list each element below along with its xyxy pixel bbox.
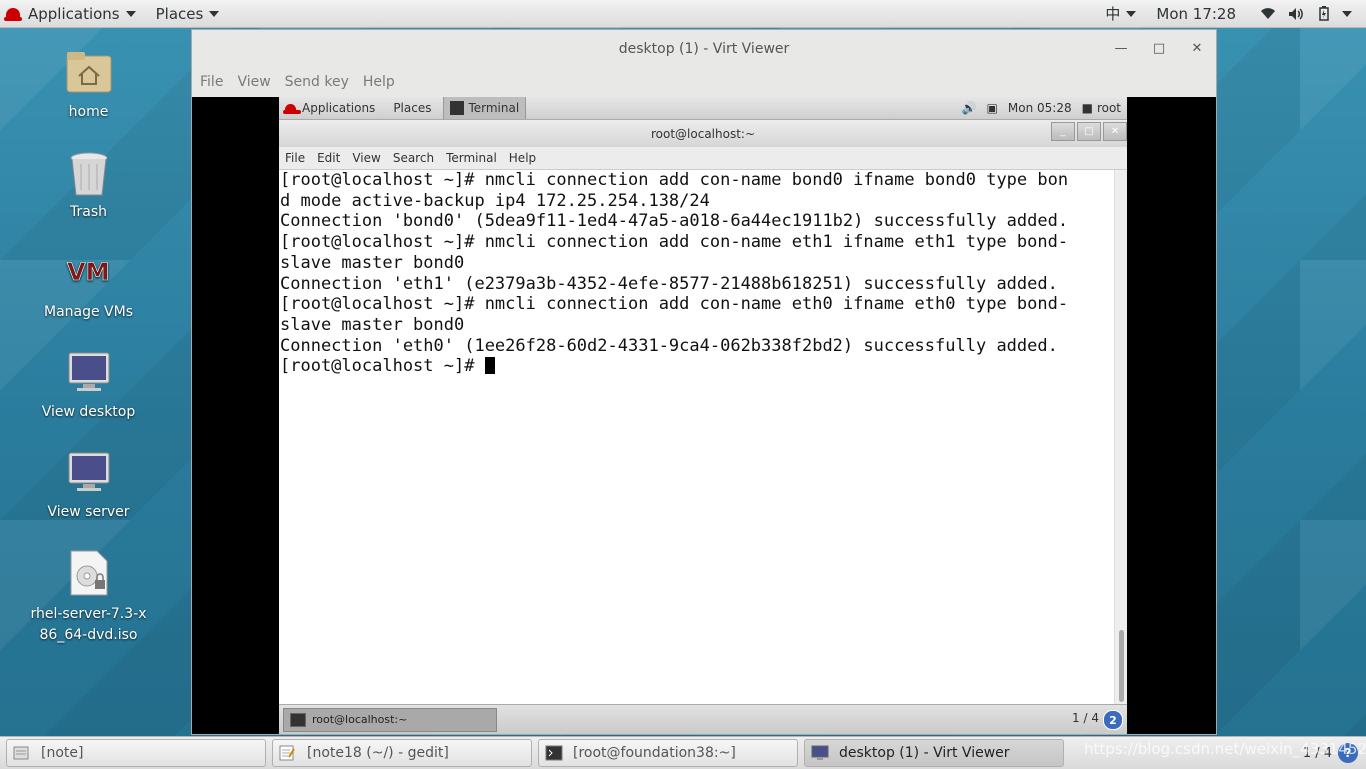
maximize-icon[interactable]: □ bbox=[1077, 122, 1101, 141]
guest-help-badge[interactable]: 2 bbox=[1103, 710, 1123, 730]
task-terminal[interactable]: [root@foundation38:~] bbox=[538, 739, 798, 767]
desktop-icon-home[interactable]: home bbox=[20, 50, 157, 120]
trash-icon bbox=[65, 150, 113, 198]
system-menu-chevron-icon[interactable] bbox=[1342, 10, 1352, 17]
redhat-logo-icon bbox=[4, 7, 22, 21]
svg-text:VM: VM bbox=[67, 258, 109, 286]
close-icon[interactable]: ✕ bbox=[1103, 122, 1127, 141]
vmm-icon: VM bbox=[65, 250, 113, 298]
term-menu-edit[interactable]: Edit bbox=[317, 151, 340, 165]
watermark: https://blog.csdn.net/weixin_43314520 bbox=[1084, 740, 1366, 758]
terminal-line: Connection 'eth1' (e2379a3b-4352-4efe-85… bbox=[280, 273, 1058, 294]
terminal-scrollbar[interactable] bbox=[1114, 170, 1127, 705]
disc-image-icon bbox=[65, 550, 113, 598]
monitor-icon bbox=[65, 350, 113, 398]
redhat-logo-icon bbox=[283, 103, 301, 114]
chevron-down-icon bbox=[209, 10, 220, 17]
monitor-icon bbox=[65, 450, 113, 498]
terminal-menubar: File Edit View Search Terminal Help bbox=[279, 147, 1127, 170]
minimize-icon[interactable]: _ bbox=[1051, 122, 1075, 141]
guest-workspace-pager[interactable]: 1 / 4 bbox=[1072, 711, 1099, 725]
terminal-icon bbox=[290, 712, 306, 727]
terminal-line: Connection 'eth0' (1ee26f28-60d2-4331-9c… bbox=[280, 335, 1058, 356]
virt-viewer-window[interactable]: desktop (1) - Virt Viewer — □ ✕ File Vie… bbox=[191, 29, 1217, 735]
term-menu-search[interactable]: Search bbox=[393, 151, 434, 165]
terminal-line: [root@localhost ~]# nmcli connection add… bbox=[280, 294, 1069, 315]
wifi-icon[interactable] bbox=[1260, 7, 1276, 21]
guest-places-menu[interactable]: Places bbox=[387, 101, 437, 115]
terminal-line: Connection 'bond0' (5dea9f11-1ed4-47a5-a… bbox=[280, 211, 1069, 232]
term-menu-terminal[interactable]: Terminal bbox=[446, 151, 497, 165]
menu-view[interactable]: View bbox=[237, 74, 270, 90]
chevron-down-icon bbox=[1126, 10, 1137, 17]
window-title: desktop (1) - Virt Viewer bbox=[618, 40, 790, 57]
terminal-prompt-line[interactable]: [root@localhost ~]# bbox=[280, 356, 1116, 377]
monitor-icon bbox=[811, 745, 829, 761]
terminal-icon bbox=[545, 745, 563, 761]
terminal-line: [root@localhost ~]# nmcli connection add… bbox=[280, 170, 1069, 190]
guest-applications-menu[interactable]: Applications bbox=[279, 101, 381, 115]
scrollbar-thumb[interactable] bbox=[1119, 630, 1124, 702]
window-titlebar[interactable]: desktop (1) - Virt Viewer — □ ✕ bbox=[192, 30, 1216, 67]
terminal-titlebar[interactable]: root@localhost:~ _ □ ✕ bbox=[279, 120, 1127, 147]
terminal-window[interactable]: root@localhost:~ _ □ ✕ File Edit View Se… bbox=[279, 120, 1127, 705]
network-icon[interactable]: ▣ bbox=[987, 101, 998, 115]
desktop-icon-view-server[interactable]: View server bbox=[20, 450, 157, 520]
desktop-icon-iso[interactable]: rhel-server-7.3-x86_64-dvd.iso bbox=[20, 550, 157, 646]
guest-bottom-panel: root@localhost:~ 1 / 4 2 bbox=[279, 704, 1127, 734]
guest-top-panel: Applications Places Terminal 🔊 ▣ Mon 05:… bbox=[279, 97, 1127, 120]
term-menu-view[interactable]: View bbox=[352, 151, 380, 165]
menu-help[interactable]: Help bbox=[363, 74, 395, 90]
top-panel: Applications Places 中 Mon 17:28 bbox=[0, 0, 1366, 28]
guest-task-terminal[interactable]: root@localhost:~ bbox=[283, 707, 497, 732]
guest-user-menu[interactable]: root bbox=[1097, 101, 1121, 115]
guest-desktop[interactable]: Applications Places Terminal 🔊 ▣ Mon 05:… bbox=[279, 97, 1127, 734]
window-list-icon bbox=[13, 745, 31, 761]
minimize-icon[interactable]: — bbox=[1102, 41, 1140, 56]
terminal-line: slave master bond0 bbox=[280, 314, 465, 335]
task-virt-viewer[interactable]: desktop (1) - Virt Viewer bbox=[804, 739, 1064, 767]
terminal-icon bbox=[450, 101, 465, 115]
maximize-icon[interactable]: □ bbox=[1140, 41, 1178, 56]
menu-send-key[interactable]: Send key bbox=[285, 74, 349, 90]
desktop-icon-view-desktop[interactable]: View desktop bbox=[20, 350, 157, 420]
terminal-prompt: [root@localhost ~]# bbox=[280, 356, 485, 377]
guest-display[interactable]: Applications Places Terminal 🔊 ▣ Mon 05:… bbox=[192, 97, 1216, 734]
input-method-indicator[interactable]: 中 bbox=[1099, 0, 1142, 27]
volume-icon[interactable]: 🔊 bbox=[962, 101, 977, 115]
terminal-title: root@localhost:~ bbox=[650, 126, 756, 141]
desktop-icon-trash[interactable]: Trash bbox=[20, 150, 157, 220]
guest-clock[interactable]: Mon 05:28 bbox=[1008, 101, 1072, 115]
task-gedit[interactable]: [note18 (~/) - gedit] bbox=[272, 739, 532, 767]
term-menu-file[interactable]: File bbox=[285, 151, 305, 165]
battery-icon[interactable] bbox=[1316, 6, 1332, 21]
menu-file[interactable]: File bbox=[200, 74, 223, 90]
clock[interactable]: Mon 17:28 bbox=[1150, 0, 1242, 27]
terminal-line: slave master bond0 bbox=[280, 252, 465, 273]
terminal-cursor bbox=[484, 357, 495, 375]
user-icon: ■ bbox=[1081, 101, 1093, 115]
term-menu-help[interactable]: Help bbox=[509, 151, 536, 165]
menubar: File View Send key Help bbox=[192, 67, 1216, 97]
terminal-output[interactable]: [root@localhost ~]# nmcli connection add… bbox=[279, 170, 1116, 705]
close-icon[interactable]: ✕ bbox=[1178, 41, 1216, 56]
terminal-line: d mode active-backup ip4 172.25.254.138/… bbox=[280, 190, 710, 211]
text-editor-icon bbox=[279, 745, 297, 761]
applications-menu[interactable]: Applications bbox=[0, 0, 142, 27]
desktop-icon-manage-vms[interactable]: VM Manage VMs bbox=[20, 250, 157, 320]
home-folder-icon bbox=[65, 50, 113, 98]
guest-terminal-tab[interactable]: Terminal bbox=[443, 97, 527, 119]
volume-icon[interactable] bbox=[1288, 7, 1304, 21]
chevron-down-icon bbox=[125, 10, 136, 17]
places-menu[interactable]: Places bbox=[150, 0, 226, 27]
terminal-line: [root@localhost ~]# nmcli connection add… bbox=[280, 232, 1069, 253]
task-note[interactable]: [note] bbox=[6, 739, 266, 767]
